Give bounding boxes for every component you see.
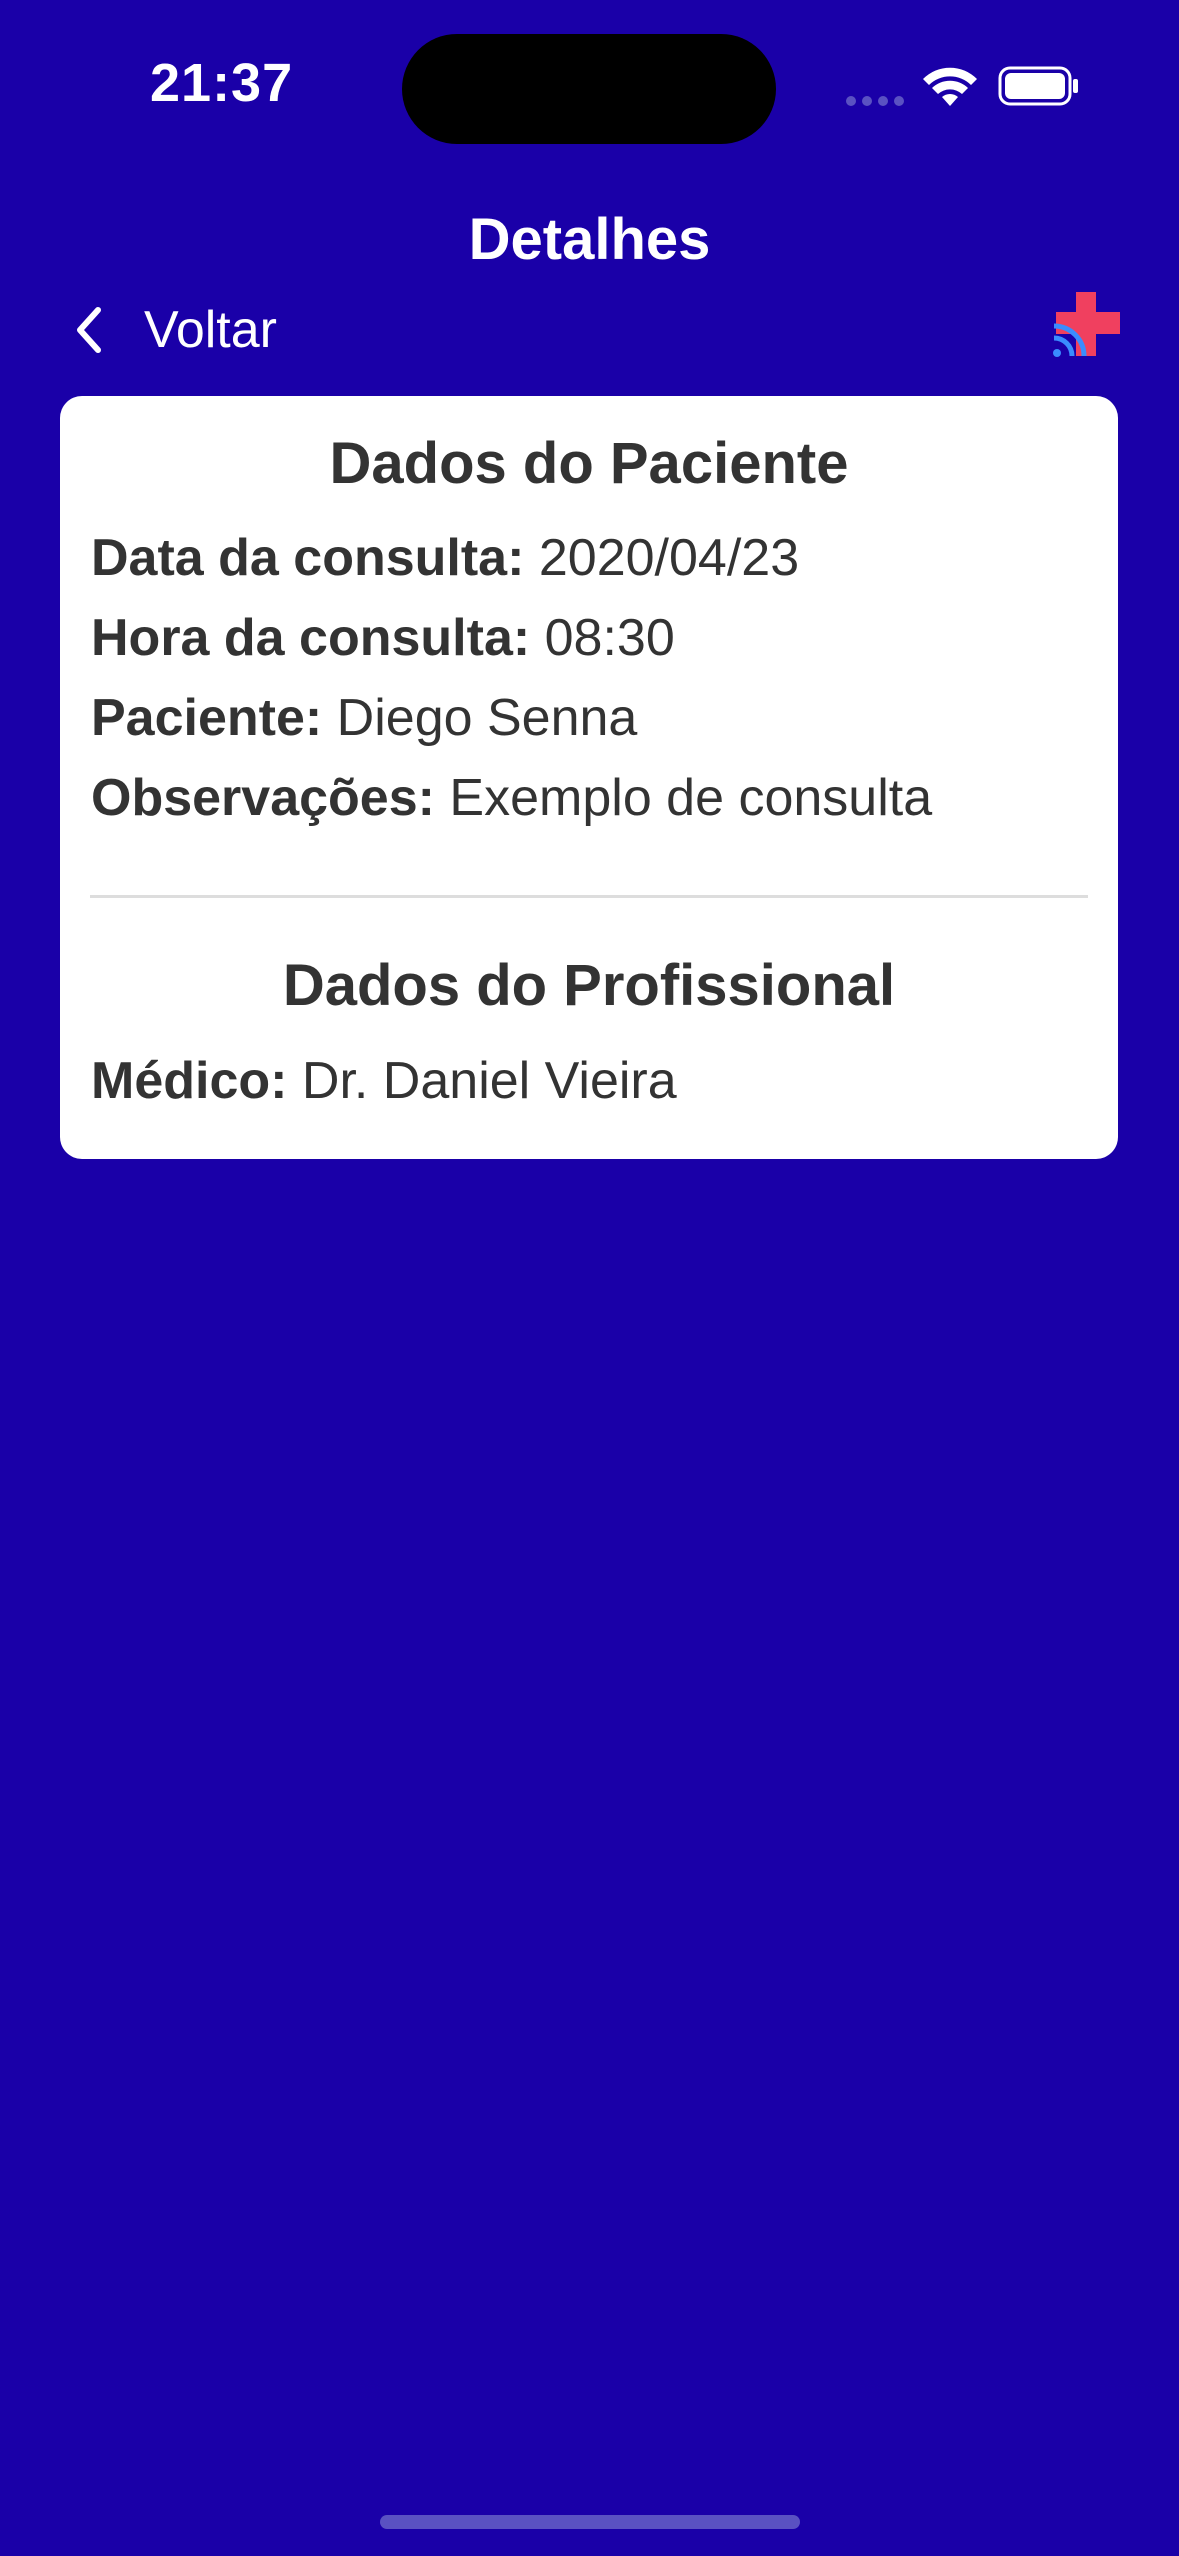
observations-row: Observações: Exemplo de consulta — [91, 768, 932, 828]
consultation-time-row: Hora da consulta: 08:30 — [91, 608, 675, 668]
doctor-value: Dr. Daniel Vieira — [301, 1052, 677, 1110]
observations-label: Observações: — [91, 769, 435, 827]
back-label: Voltar — [144, 301, 277, 359]
section-divider — [90, 895, 1088, 898]
home-indicator[interactable] — [380, 2515, 800, 2529]
patient-name-value: Diego Senna — [336, 689, 638, 747]
signal-dots-icon — [846, 96, 904, 106]
patient-name-label: Paciente: — [91, 689, 323, 747]
patient-name-row: Paciente: Diego Senna — [91, 688, 637, 748]
appointment-details-card: Dados do Paciente Data da consulta: 2020… — [60, 396, 1118, 1159]
page-title: Detalhes — [468, 207, 711, 272]
consultation-date-value: 2020/04/23 — [538, 529, 800, 587]
consultation-time-value: 08:30 — [544, 609, 675, 667]
doctor-label: Médico: — [91, 1052, 288, 1110]
consultation-date-row: Data da consulta: 2020/04/23 — [91, 528, 799, 588]
patient-section-title: Dados do Paciente — [329, 431, 849, 496]
status-time: 21:37 — [150, 53, 294, 113]
medical-cross-logo-icon — [1053, 292, 1120, 357]
professional-section-title: Dados do Profissional — [282, 953, 896, 1018]
battery-icon — [998, 66, 1078, 106]
doctor-row: Médico: Dr. Daniel Vieira — [91, 1051, 677, 1111]
wifi-icon — [923, 67, 977, 106]
consultation-time-label: Hora da consulta: — [91, 609, 531, 667]
dynamic-island — [402, 34, 776, 144]
back-button[interactable]: Voltar — [70, 290, 277, 370]
observations-value: Exemplo de consulta — [449, 769, 933, 827]
chevron-left-icon — [77, 307, 101, 353]
consultation-date-label: Data da consulta: — [91, 529, 525, 587]
